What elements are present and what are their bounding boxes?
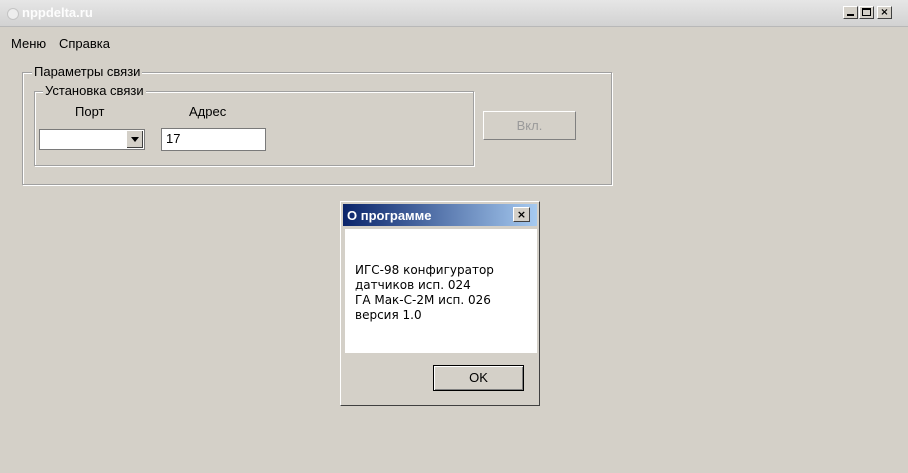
window-title: nppdelta.ru: [22, 5, 93, 20]
menu-item-help[interactable]: Справка: [59, 36, 110, 51]
about-ok-button[interactable]: OK: [433, 365, 524, 391]
chevron-down-icon: [131, 137, 139, 142]
maximize-icon: [862, 8, 871, 16]
port-select[interactable]: [39, 129, 145, 150]
about-dialog: О программе × ИГС-98 конфигуратор датчик…: [340, 201, 540, 406]
maximize-button[interactable]: [859, 6, 874, 19]
connection-setup-title: Установка связи: [43, 83, 146, 98]
title-bar: nppdelta.ru ×: [0, 0, 908, 27]
main-window: nppdelta.ru × Меню Справка Параметры свя…: [0, 0, 908, 473]
connect-button[interactable]: Вкл.: [483, 111, 576, 140]
menu-item-menu[interactable]: Меню: [11, 36, 46, 51]
minimize-button[interactable]: [843, 6, 858, 19]
address-label: Адрес: [189, 104, 227, 119]
about-dialog-text: ИГС-98 конфигуратор датчиков исп. 024 ГА…: [355, 263, 494, 322]
about-dialog-title: О программе: [347, 208, 432, 223]
port-label: Порт: [75, 104, 105, 119]
about-dialog-close-button[interactable]: ×: [513, 207, 530, 222]
address-input[interactable]: 17: [161, 128, 266, 151]
port-dropdown-button[interactable]: [126, 131, 143, 148]
about-dialog-titlebar: О программе: [343, 204, 537, 226]
connection-params-title: Параметры связи: [32, 64, 143, 79]
close-button[interactable]: ×: [877, 6, 892, 19]
app-icon: [7, 8, 19, 20]
minimize-icon: [847, 14, 854, 16]
about-dialog-body: ИГС-98 конфигуратор датчиков исп. 024 ГА…: [345, 229, 537, 353]
